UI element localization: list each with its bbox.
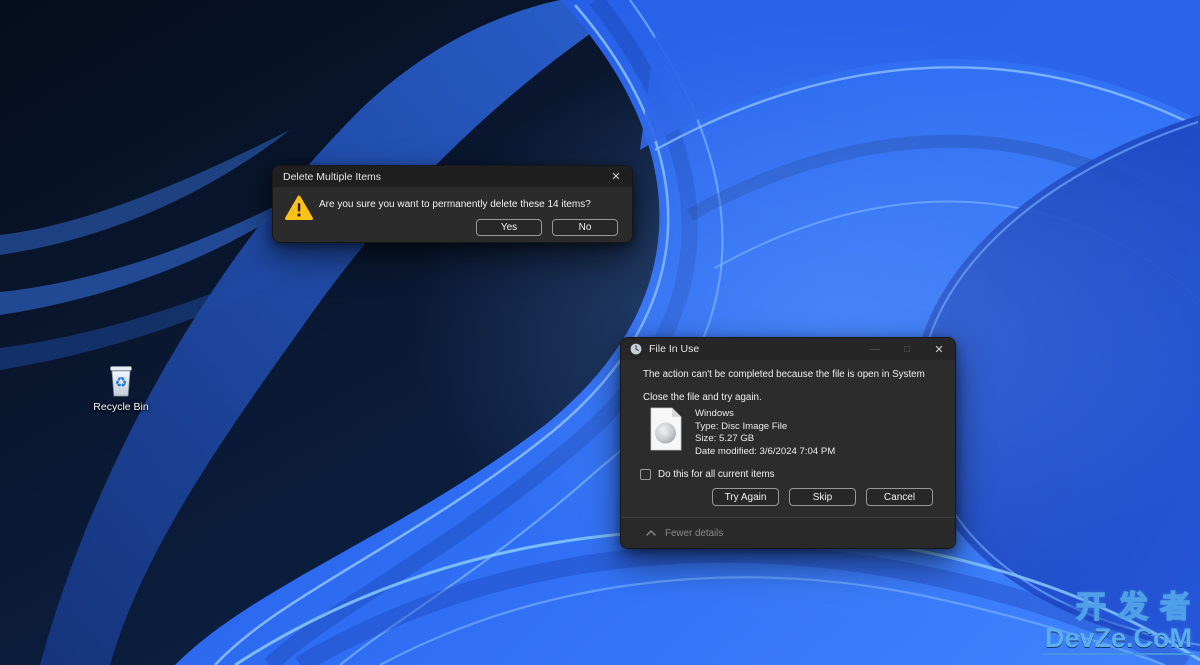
delete-dialog-title: Delete Multiple Items — [273, 171, 600, 183]
recycle-bin-glyph: ♻ — [106, 364, 136, 398]
chevron-up-icon — [646, 530, 656, 536]
delete-dialog-titlebar[interactable]: Delete Multiple Items ✕ — [273, 166, 632, 187]
disc-image-file-icon — [649, 407, 683, 451]
svg-text:♻: ♻ — [115, 374, 128, 390]
recycle-bin-icon[interactable]: ♻ Recycle Bin — [86, 364, 156, 413]
delete-dialog-message: Are you sure you want to permanently del… — [319, 199, 591, 210]
try-again-button[interactable]: Try Again — [712, 488, 779, 506]
warning-icon — [285, 195, 313, 221]
do-this-for-all-label: Do this for all current items — [658, 469, 775, 480]
file-type: Type: Disc Image File — [695, 421, 835, 434]
do-this-for-all-checkbox[interactable] — [640, 469, 651, 480]
maximize-icon[interactable]: □ — [891, 338, 923, 360]
watermark: 开发者 DevZe.CoM — [1043, 592, 1194, 655]
watermark-line1: 开发者 — [1043, 592, 1200, 624]
file-name: Windows — [695, 408, 835, 421]
skip-button[interactable]: Skip — [789, 488, 856, 506]
recycle-bin-label: Recycle Bin — [86, 401, 156, 413]
yes-button[interactable]: Yes — [476, 219, 542, 236]
file-in-use-title: File In Use — [642, 343, 859, 355]
close-icon[interactable]: ✕ — [600, 166, 632, 187]
file-in-use-clock-icon — [630, 343, 642, 355]
fewer-details-toggle[interactable]: Fewer details — [621, 517, 955, 548]
cancel-button[interactable]: Cancel — [866, 488, 933, 506]
file-in-use-dialog: File In Use — □ ✕ The action can't be co… — [620, 337, 956, 549]
no-button[interactable]: No — [552, 219, 618, 236]
fewer-details-label: Fewer details — [665, 528, 723, 539]
file-date-modified: Date modified: 3/6/2024 7:04 PM — [695, 446, 835, 459]
file-size: Size: 5.27 GB — [695, 433, 835, 446]
minimize-icon[interactable]: — — [859, 338, 891, 360]
close-icon[interactable]: ✕ — [923, 338, 955, 360]
file-in-use-titlebar[interactable]: File In Use — □ ✕ — [621, 338, 955, 360]
watermark-line2: DevZe.CoM — [1043, 624, 1194, 655]
file-in-use-message: The action can't be completed because th… — [643, 369, 925, 380]
file-details: Windows Type: Disc Image File Size: 5.27… — [695, 408, 835, 458]
delete-dialog: Delete Multiple Items ✕ Are you sure you… — [272, 165, 633, 243]
desktop: ♻ Recycle Bin Delete Multiple Items ✕ Ar… — [0, 0, 1200, 665]
desktop-wallpaper — [0, 0, 1200, 665]
file-in-use-instruction: Close the file and try again. — [643, 392, 762, 403]
